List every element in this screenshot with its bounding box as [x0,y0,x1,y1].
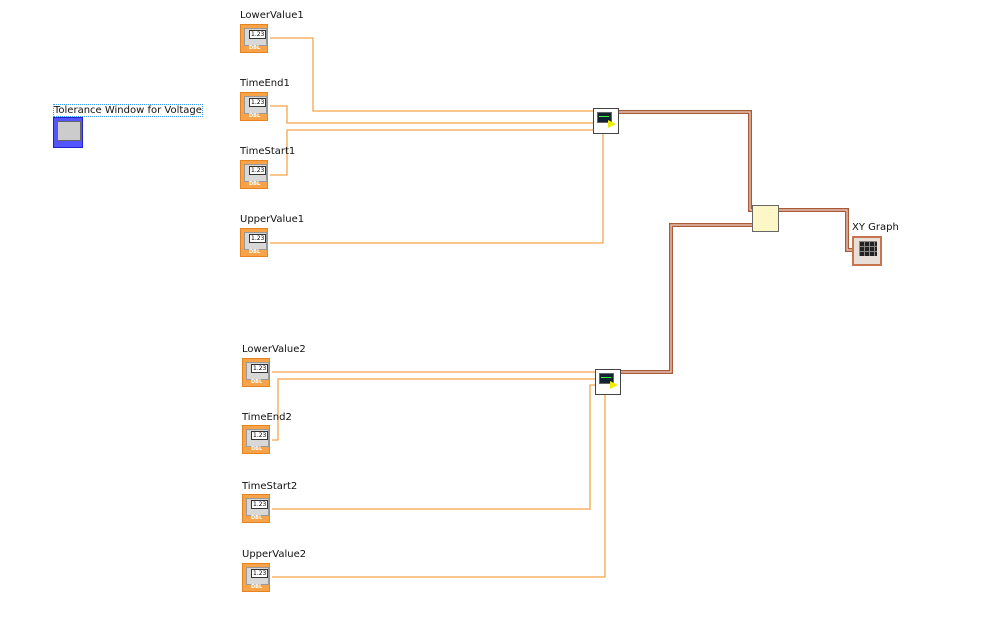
wire-merged [779,208,852,252]
type-badge: DBL [251,515,263,521]
label-uppervalue1: UpperValue1 [240,214,305,225]
wire-timestart1 [270,129,593,176]
label-timestart1: TimeStart1 [240,146,296,157]
type-badge: DBL [251,584,263,590]
control-timeend2[interactable]: 1.23 DBL [242,425,270,454]
wire-cluster1 [619,110,753,212]
label-timeend2: TimeEnd2 [242,412,292,423]
control-uppervalue1[interactable]: 1.23 DBL [240,228,268,257]
cluster-constant-icon[interactable] [53,117,83,148]
label-timeend1: TimeEnd1 [240,78,290,89]
type-badge: DBL [251,379,263,385]
numeric-glyph: 1.23 [251,500,269,509]
type-badge: DBL [249,113,261,119]
control-timeend1[interactable]: 1.23 DBL [240,92,268,121]
free-label-tolerance-window[interactable]: Tolerance Window for Voltage [53,104,203,117]
type-badge: DBL [251,446,263,452]
tolerance-subvi-1-icon[interactable] [593,108,619,134]
numeric-glyph: 1.23 [249,98,267,107]
control-timestart2[interactable]: 1.23 DBL [242,494,270,523]
label-xy-graph: XY Graph [852,222,899,233]
label-uppervalue2: UpperValue2 [242,549,307,560]
wire-uppervalue2 [272,395,606,578]
label-lowervalue1: LowerValue1 [240,10,304,21]
type-badge: DBL [249,249,261,255]
label-lowervalue2: LowerValue2 [242,344,306,355]
type-badge: DBL [249,45,261,51]
control-lowervalue1[interactable]: 1.23 DBL [240,24,268,53]
numeric-glyph: 1.23 [251,364,269,373]
label-timestart2: TimeStart2 [242,481,298,492]
control-uppervalue2[interactable]: 1.23 DBL [242,563,270,592]
numeric-glyph: 1.23 [249,166,267,175]
wires [270,37,852,578]
wire-uppervalue1 [270,134,604,244]
wire-timeend1 [270,105,593,124]
control-timestart1[interactable]: 1.23 DBL [240,160,268,189]
numeric-glyph: 1.23 [251,569,269,578]
wire-timeend2 [272,378,595,441]
type-badge: DBL [249,181,261,187]
build-array-icon[interactable] [752,205,779,232]
control-lowervalue2[interactable]: 1.23 DBL [242,358,270,387]
numeric-glyph: 1.23 [249,30,267,39]
wire-lowervalue1 [270,37,593,112]
tolerance-subvi-2-icon[interactable] [595,369,621,395]
xy-graph-terminal-icon[interactable] [852,236,882,266]
numeric-glyph: 1.23 [251,431,269,440]
wire-cluster2 [621,223,752,374]
wire-timestart2 [272,384,595,510]
numeric-glyph: 1.23 [249,234,267,243]
